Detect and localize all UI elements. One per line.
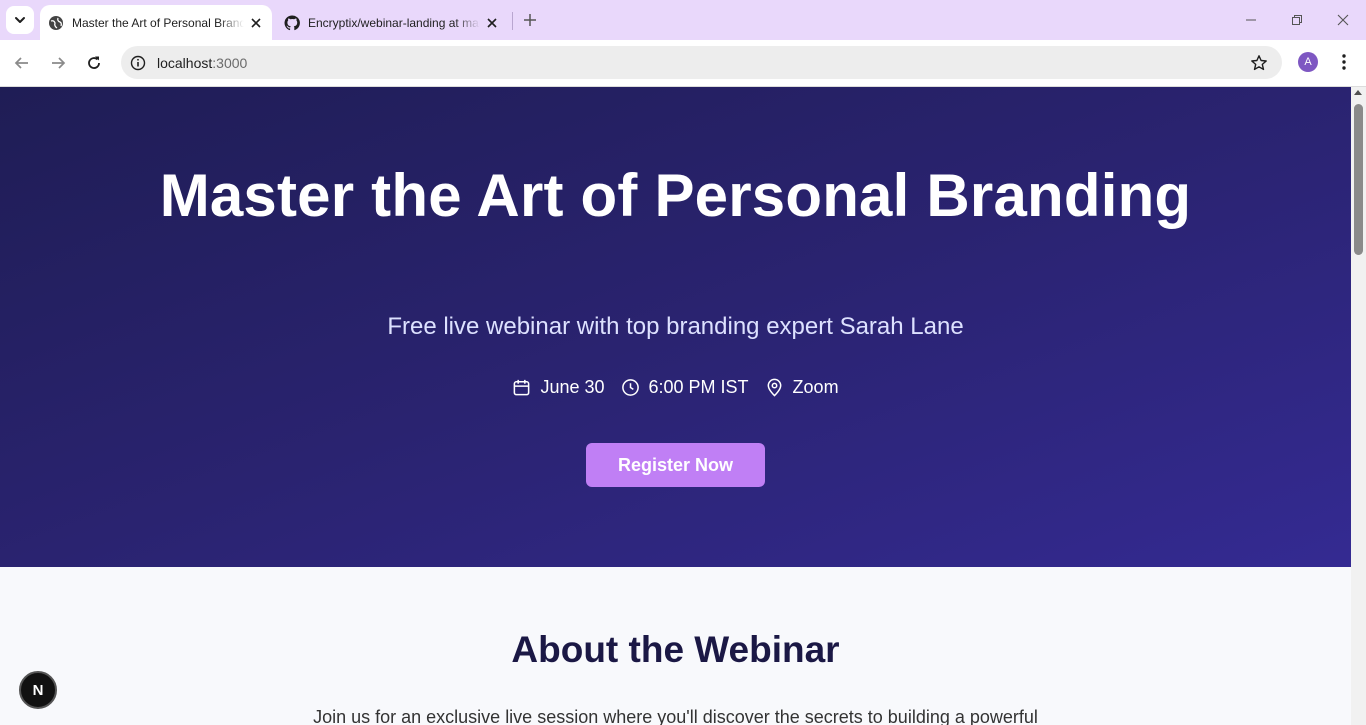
tab-github[interactable]: Encryptix/webinar-landing at main	[276, 5, 508, 40]
tab-title: Encryptix/webinar-landing at main	[308, 15, 480, 30]
event-time-text: 6:00 PM IST	[648, 377, 749, 397]
hero-title: Master the Art of Personal Branding	[159, 162, 1192, 229]
browser-toolbar: localhost:3000 A	[0, 40, 1366, 87]
about-text: Join us for an exclusive live session wh…	[313, 707, 1038, 725]
minimize-icon	[1246, 19, 1256, 21]
clock-icon	[621, 379, 639, 396]
arrow-right-icon	[52, 57, 66, 69]
event-date: June 30	[512, 377, 605, 398]
tab-strip: Master the Art of Personal Branding Encr…	[0, 0, 1366, 40]
page-viewport: Master the Art of Personal Branding Free…	[0, 87, 1351, 725]
more-vert-icon	[1342, 54, 1346, 70]
calendar-icon	[514, 379, 530, 396]
address-bar[interactable]: localhost:3000	[121, 46, 1282, 79]
event-time: 6:00 PM IST	[621, 377, 749, 398]
about-heading: About the Webinar	[511, 629, 840, 670]
reload-button[interactable]	[80, 49, 108, 77]
hero-section: Master the Art of Personal Branding Free…	[0, 87, 1351, 567]
tab-active[interactable]: Master the Art of Personal Branding	[40, 5, 272, 40]
scroll-thumb[interactable]	[1354, 104, 1363, 255]
close-icon	[1337, 14, 1349, 26]
back-button[interactable]	[8, 49, 36, 77]
url-host: localhost	[157, 54, 213, 71]
site-info-icon[interactable]	[130, 55, 146, 71]
github-icon	[284, 14, 300, 31]
plus-icon	[524, 14, 536, 26]
event-details: June 30 6:00 PM IST Zoom	[0, 377, 1351, 398]
scroll-up-arrow-icon[interactable]	[1354, 90, 1362, 95]
close-tab-icon[interactable]	[244, 11, 268, 35]
bookmark-star-icon[interactable]	[1250, 54, 1268, 72]
nextjs-dev-badge[interactable]: N	[19, 671, 57, 709]
tab-separator	[512, 12, 513, 30]
map-pin-icon	[767, 378, 781, 397]
close-window-button[interactable]	[1320, 0, 1366, 40]
restore-button[interactable]	[1274, 0, 1320, 40]
minimize-button[interactable]	[1228, 0, 1274, 40]
reload-icon	[88, 56, 100, 69]
chevron-down-icon	[15, 17, 25, 23]
url-text: localhost:3000	[157, 55, 247, 71]
new-tab-button[interactable]	[518, 8, 542, 32]
event-location: Zoom	[765, 377, 839, 398]
profile-avatar[interactable]: A	[1298, 52, 1318, 72]
event-date-text: June 30	[540, 377, 605, 397]
about-section: About the Webinar Join us for an exclusi…	[0, 567, 1351, 725]
url-port: :3000	[212, 54, 248, 71]
register-button[interactable]: Register Now	[586, 443, 765, 487]
tab-search-button[interactable]	[6, 6, 34, 34]
page-scrollbar[interactable]	[1351, 87, 1366, 725]
tab-title: Master the Art of Personal Branding	[72, 15, 244, 30]
browser-menu-button[interactable]	[1334, 50, 1354, 74]
close-tab-icon[interactable]	[480, 11, 504, 35]
globe-icon	[48, 15, 64, 31]
hero-subtitle: Free live webinar with top branding expe…	[387, 313, 964, 340]
arrow-left-icon	[14, 57, 28, 69]
forward-button[interactable]	[44, 49, 72, 77]
restore-icon	[1292, 15, 1302, 25]
event-location-text: Zoom	[792, 377, 839, 397]
